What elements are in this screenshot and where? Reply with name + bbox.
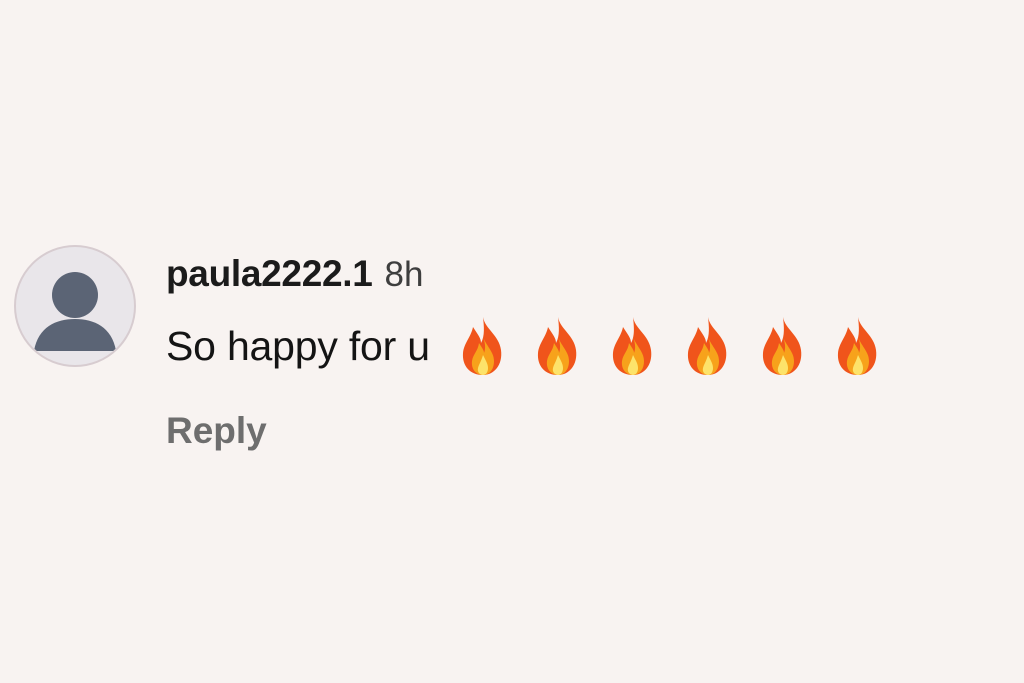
comment: paula2222.1 8h So happy for u Reply <box>14 245 1004 465</box>
comment-text: So happy for u <box>166 322 430 369</box>
comment-header: paula2222.1 8h <box>166 253 423 297</box>
timestamp: 8h <box>384 255 424 294</box>
fire-emoji-icon <box>762 317 802 375</box>
reply-button[interactable]: Reply <box>166 410 267 452</box>
default-user-avatar-icon[interactable] <box>14 245 136 367</box>
fire-emoji-icon <box>537 317 577 375</box>
fire-emoji-icon <box>462 317 502 375</box>
fire-emoji-icon <box>687 317 727 375</box>
comment-body: So happy for u <box>166 311 904 381</box>
username-link[interactable]: paula2222.1 <box>166 253 373 295</box>
fire-emoji-icon <box>837 317 877 375</box>
emoji-group <box>454 315 904 377</box>
fire-emoji-icon <box>612 317 652 375</box>
